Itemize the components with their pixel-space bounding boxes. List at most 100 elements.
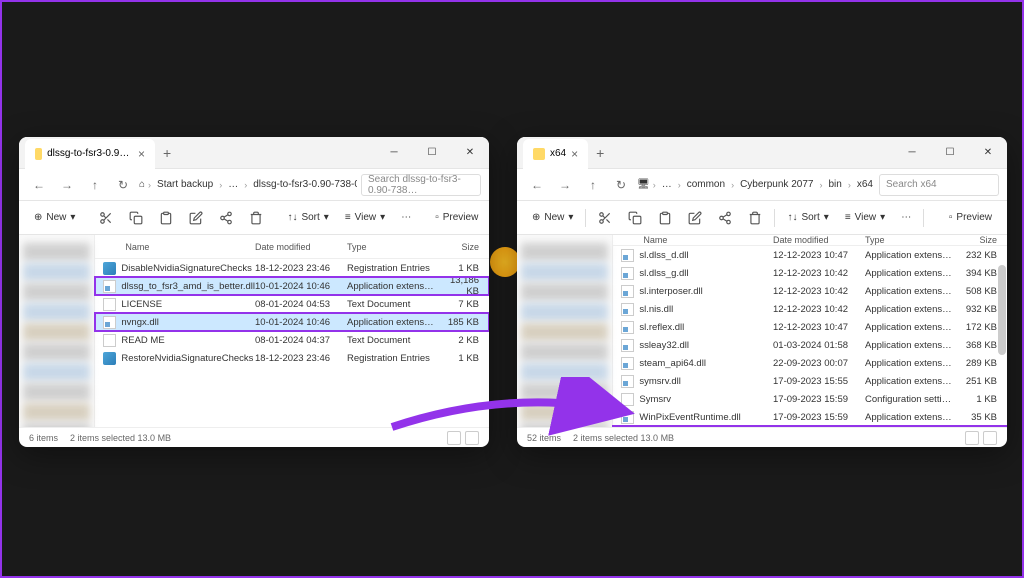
titlebar: dlssg-to-fsr3-0.90-738-0-90-17… × + ─ ☐ … xyxy=(19,137,489,169)
file-row[interactable]: DisableNvidiaSignatureChecks18-12-2023 2… xyxy=(95,259,489,277)
file-icon xyxy=(103,262,116,275)
window-controls: ─ ☐ ✕ xyxy=(893,137,1007,169)
up-button[interactable]: ↑ xyxy=(581,173,605,197)
file-row[interactable]: sl.dlss_d.dll12-12-2023 10:47Application… xyxy=(613,246,1007,264)
folder-icon xyxy=(35,148,42,160)
back-button[interactable]: ← xyxy=(525,173,549,197)
toolbar: ⊕ New ▾ ↑↓ Sort ▾ ≡ View ▾ ⋯ ▫ Preview xyxy=(19,201,489,235)
file-row[interactable]: ssleay32.dll01-03-2024 01:58Application … xyxy=(613,336,1007,354)
tab-current[interactable]: dlssg-to-fsr3-0.90-738-0-90-17… × xyxy=(25,139,155,169)
file-icon xyxy=(621,411,634,424)
file-row[interactable]: WinPixEventRuntime.dll17-09-2023 15:59Ap… xyxy=(613,408,1007,426)
minimize-button[interactable]: ─ xyxy=(375,137,413,169)
file-row[interactable]: READ ME08-01-2024 04:37Text Document2 KB xyxy=(95,331,489,349)
delete-button[interactable] xyxy=(741,205,769,231)
thumbnails-view-icon[interactable] xyxy=(465,431,479,445)
refresh-button[interactable]: ↻ xyxy=(111,173,135,197)
sort-button[interactable]: ↑↓ Sort ▾ xyxy=(280,205,335,231)
breadcrumb[interactable]: 🖥 ›… ›common ›Cyberpunk 2077 ›bin ›x64 › xyxy=(637,177,875,192)
paste-button[interactable] xyxy=(152,205,180,231)
file-row[interactable]: symsrv.dll17-09-2023 15:55Application ex… xyxy=(613,372,1007,390)
file-row[interactable]: dlssg_to_fsr3_amd_is_better.dll10-01-202… xyxy=(95,277,489,295)
column-headers[interactable]: Name Date modified Type Size xyxy=(95,235,489,259)
file-row[interactable]: sl.dlss_g.dll12-12-2023 10:42Application… xyxy=(613,264,1007,282)
maximize-button[interactable]: ☐ xyxy=(413,137,451,169)
more-button[interactable]: ⋯ xyxy=(394,205,418,231)
file-icon xyxy=(621,285,634,298)
rename-button[interactable] xyxy=(182,205,210,231)
navigation-pane[interactable] xyxy=(517,235,613,427)
close-icon[interactable]: × xyxy=(571,147,578,161)
search-input[interactable]: Search dlssg-to-fsr3-0.90-738… xyxy=(361,174,481,196)
preview-button[interactable]: ▫ Preview xyxy=(942,205,999,231)
file-list: Name Date modified Type Size DisableNvid… xyxy=(95,235,489,427)
pc-icon[interactable]: 🖥 xyxy=(637,179,650,190)
address-bar: ← → ↑ ↻ ⌂ › Start backup › … › dlssg-to-… xyxy=(19,169,489,201)
close-button[interactable]: ✕ xyxy=(969,137,1007,169)
add-tab-button[interactable]: + xyxy=(163,145,171,161)
scrollbar-thumb[interactable] xyxy=(998,265,1006,355)
file-icon xyxy=(621,357,634,370)
cut-button[interactable] xyxy=(591,205,619,231)
file-row[interactable]: sl.nis.dll12-12-2023 10:42Application ex… xyxy=(613,300,1007,318)
add-tab-button[interactable]: + xyxy=(596,145,604,161)
tab-title: x64 xyxy=(550,148,566,159)
new-button[interactable]: ⊕ New ▾ xyxy=(27,205,82,231)
maximize-button[interactable]: ☐ xyxy=(931,137,969,169)
refresh-button[interactable]: ↻ xyxy=(609,173,633,197)
file-icon xyxy=(621,267,634,280)
view-button[interactable]: ≡ View ▾ xyxy=(338,205,392,231)
file-icon xyxy=(103,352,116,365)
toolbar: ⊕ New ▾ ↑↓ Sort ▾ ≡ View ▾ ⋯ ▫ Preview xyxy=(517,201,1007,235)
forward-button[interactable]: → xyxy=(55,173,79,197)
thumbnails-view-icon[interactable] xyxy=(983,431,997,445)
more-button[interactable]: ⋯ xyxy=(894,205,918,231)
file-icon xyxy=(621,339,634,352)
file-row[interactable]: nvngx.dll10-01-2024 10:46Application ext… xyxy=(613,426,1007,427)
share-button[interactable] xyxy=(711,205,739,231)
file-icon xyxy=(103,316,116,329)
close-icon[interactable]: × xyxy=(138,147,145,161)
up-button[interactable]: ↑ xyxy=(83,173,107,197)
file-row[interactable]: Symsrv17-09-2023 15:59Configuration sett… xyxy=(613,390,1007,408)
file-row[interactable]: nvngx.dll10-01-2024 10:46Application ext… xyxy=(95,313,489,331)
file-icon xyxy=(621,393,634,406)
sort-button[interactable]: ↑↓ Sort ▾ xyxy=(780,205,835,231)
forward-button[interactable]: → xyxy=(553,173,577,197)
tab-current[interactable]: x64 × xyxy=(523,139,588,169)
tab-title: dlssg-to-fsr3-0.90-738-0-90-17… xyxy=(47,148,133,159)
file-row[interactable]: LICENSE08-01-2024 04:53Text Document7 KB xyxy=(95,295,489,313)
file-icon xyxy=(621,303,634,316)
file-icon xyxy=(621,375,634,388)
new-button[interactable]: ⊕ New ▾ xyxy=(525,205,580,231)
home-icon[interactable]: ⌂ xyxy=(139,179,145,190)
delete-button[interactable] xyxy=(242,205,270,231)
file-row[interactable]: RestoreNvidiaSignatureChecks18-12-2023 2… xyxy=(95,349,489,367)
paste-button[interactable] xyxy=(651,205,679,231)
window-controls: ─ ☐ ✕ xyxy=(375,137,489,169)
details-view-icon[interactable] xyxy=(447,431,461,445)
titlebar: x64 × + ─ ☐ ✕ xyxy=(517,137,1007,169)
view-button[interactable]: ≡ View ▾ xyxy=(838,205,892,231)
search-input[interactable]: Search x64 xyxy=(879,174,999,196)
file-row[interactable]: sl.interposer.dll12-12-2023 10:42Applica… xyxy=(613,282,1007,300)
explorer-window-left: dlssg-to-fsr3-0.90-738-0-90-17… × + ─ ☐ … xyxy=(19,137,489,447)
copy-button[interactable] xyxy=(122,205,150,231)
file-row[interactable]: sl.reflex.dll12-12-2023 10:47Application… xyxy=(613,318,1007,336)
details-view-icon[interactable] xyxy=(965,431,979,445)
close-button[interactable]: ✕ xyxy=(451,137,489,169)
cut-button[interactable] xyxy=(92,205,120,231)
file-row[interactable]: steam_api64.dll22-09-2023 00:07Applicati… xyxy=(613,354,1007,372)
rename-button[interactable] xyxy=(681,205,709,231)
preview-button[interactable]: ▫ Preview xyxy=(428,205,485,231)
file-icon xyxy=(103,334,116,347)
navigation-pane[interactable] xyxy=(19,235,95,427)
status-bar: 6 items 2 items selected 13.0 MB xyxy=(19,427,489,447)
minimize-button[interactable]: ─ xyxy=(893,137,931,169)
breadcrumb[interactable]: ⌂ › Start backup › … › dlssg-to-fsr3-0.9… xyxy=(139,177,357,192)
copy-button[interactable] xyxy=(621,205,649,231)
explorer-window-right: x64 × + ─ ☐ ✕ ← → ↑ ↻ 🖥 ›… ›common ›Cybe… xyxy=(517,137,1007,447)
back-button[interactable]: ← xyxy=(27,173,51,197)
share-button[interactable] xyxy=(212,205,240,231)
column-headers[interactable]: Name Date modified Type Size xyxy=(613,235,1007,246)
